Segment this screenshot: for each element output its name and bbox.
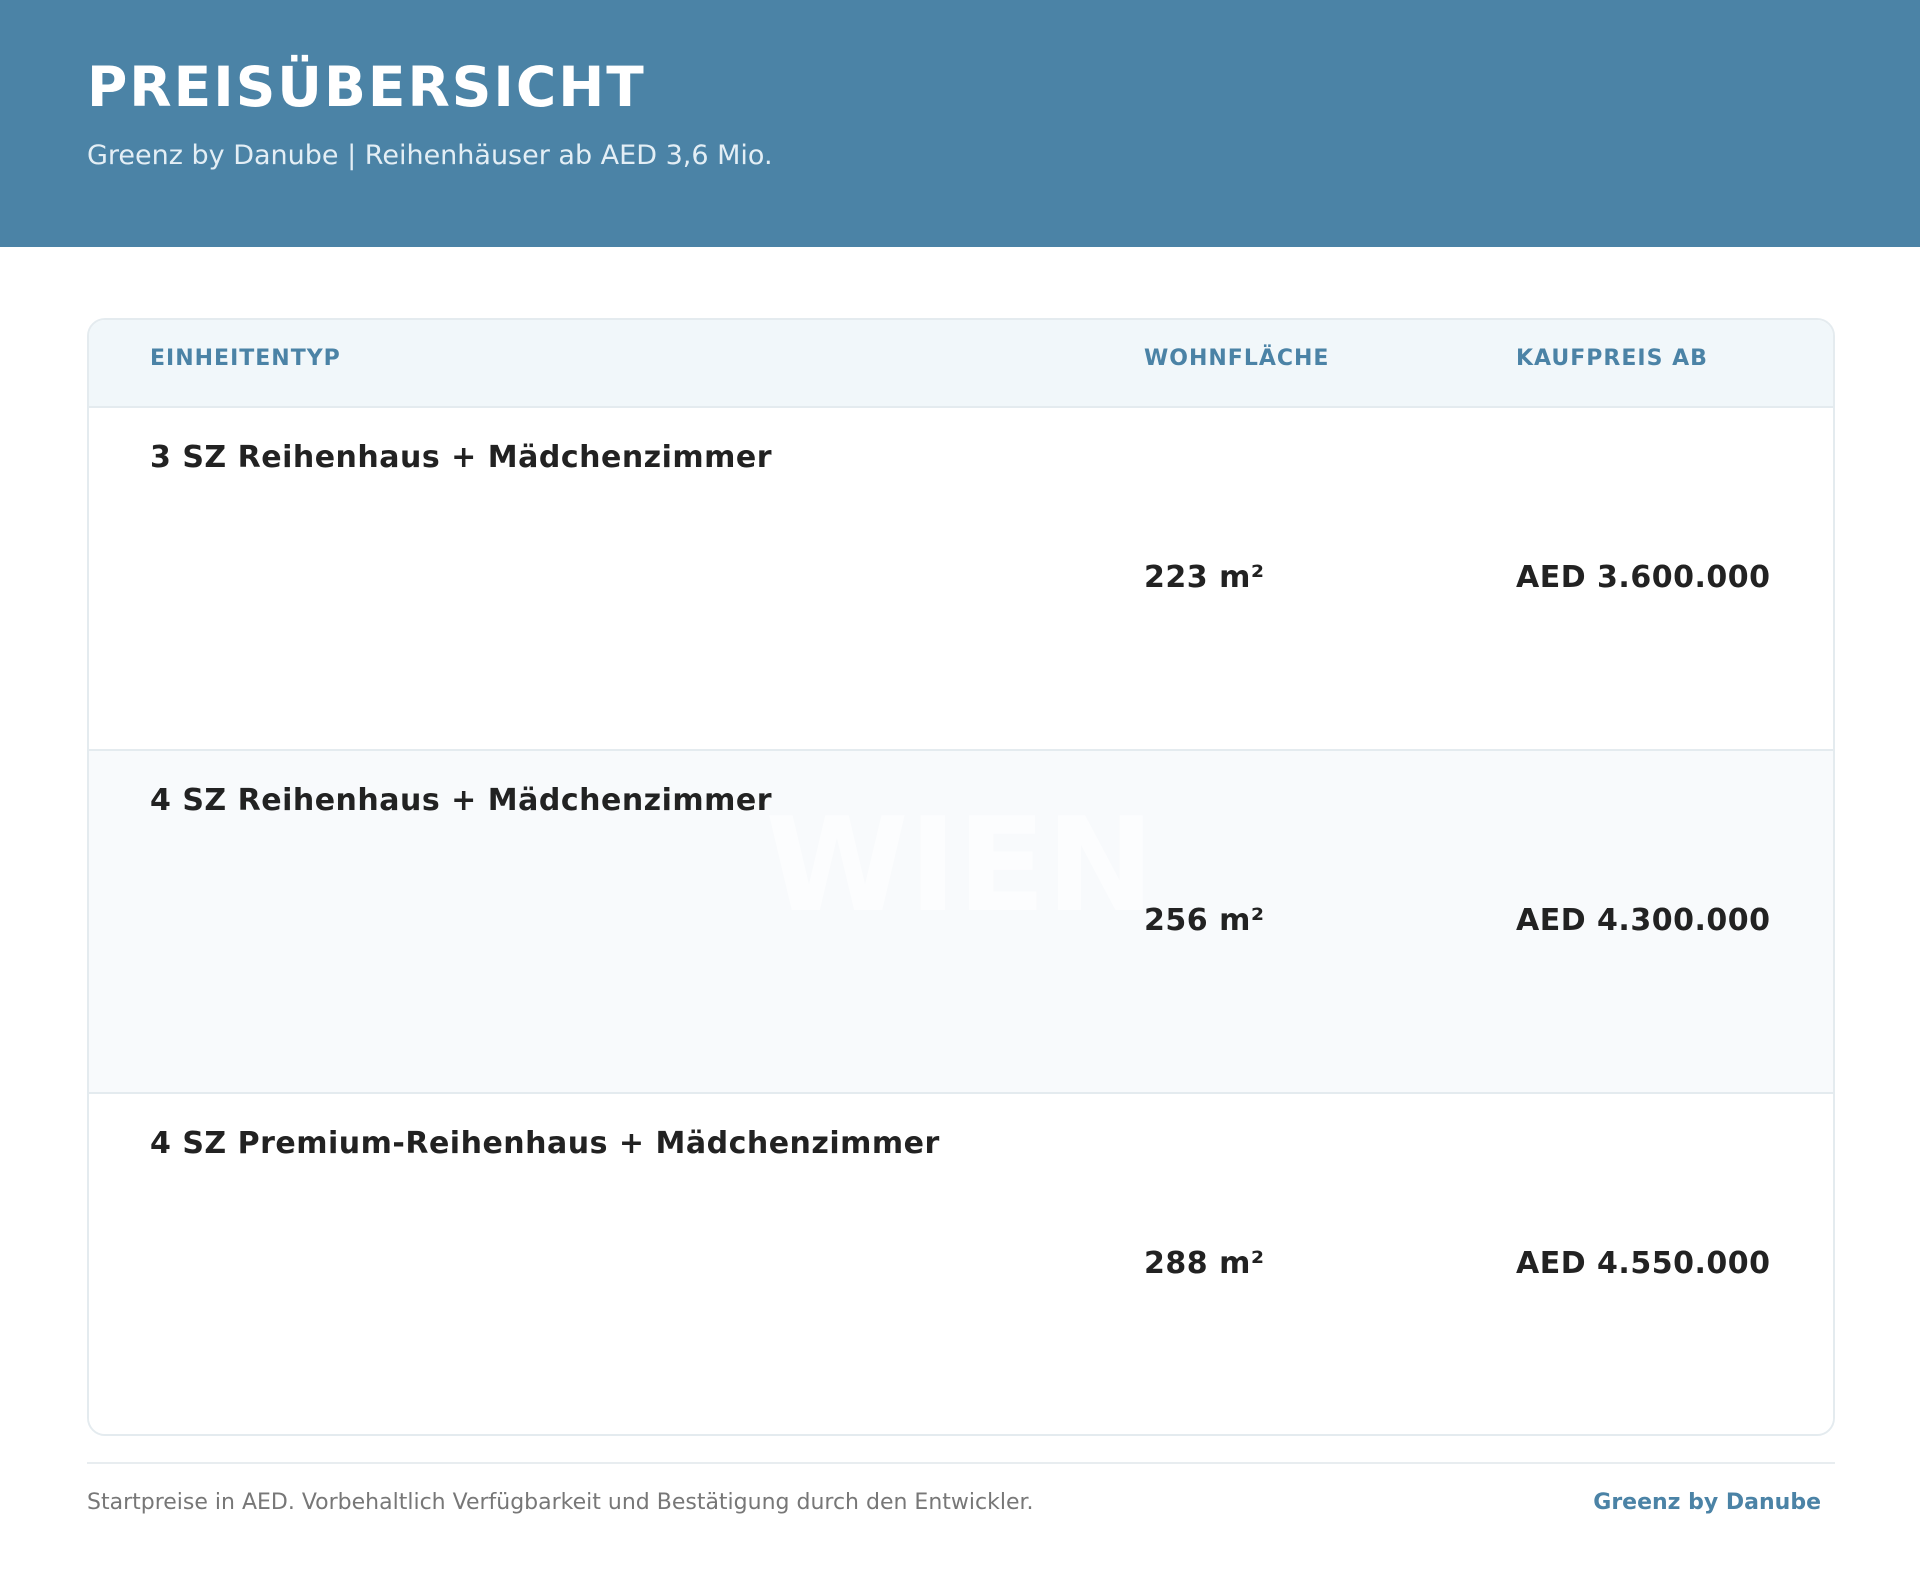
unit-type-cell: 4 SZ Reihenhaus + Mädchenzimmer [150,783,773,818]
table-row: 3 SZ Reihenhaus + Mädchenzimmer 223 m² A… [89,408,1833,751]
living-area-cell: 288 m² [1144,1246,1265,1281]
unit-type-cell: 3 SZ Reihenhaus + Mädchenzimmer [150,440,773,475]
footer-disclaimer: Startpreise in AED. Vorbehaltlich Verfüg… [87,1490,1034,1515]
page-header: PREISÜBERSICHT Greenz by Danube | Reihen… [0,0,1920,247]
price-cell: AED 4.550.000 [1516,1246,1771,1281]
price-table: EINHEITENTYP WOHNFLÄCHE KAUFPREIS AB 3 S… [87,318,1835,1436]
unit-type-cell: 4 SZ Premium-Reihenhaus + Mädchenzimmer [150,1126,940,1161]
page-title: PREISÜBERSICHT [87,55,646,119]
column-header-price-from: KAUFPREIS AB [1516,346,1708,371]
table-row: 4 SZ Premium-Reihenhaus + Mädchenzimmer … [89,1094,1833,1434]
page-subtitle: Greenz by Danube | Reihenhäuser ab AED 3… [87,140,773,171]
column-header-living-area: WOHNFLÄCHE [1144,346,1330,371]
price-cell: AED 3.600.000 [1516,560,1771,595]
table-row: 4 SZ Reihenhaus + Mädchenzimmer 256 m² A… [89,751,1833,1094]
footer-brand: Greenz by Danube [1593,1490,1821,1515]
table-header: EINHEITENTYP WOHNFLÄCHE KAUFPREIS AB [89,320,1833,408]
column-header-unit-type: EINHEITENTYP [150,346,341,371]
price-cell: AED 4.300.000 [1516,903,1771,938]
living-area-cell: 223 m² [1144,560,1265,595]
living-area-cell: 256 m² [1144,903,1265,938]
footer-divider [87,1462,1835,1464]
